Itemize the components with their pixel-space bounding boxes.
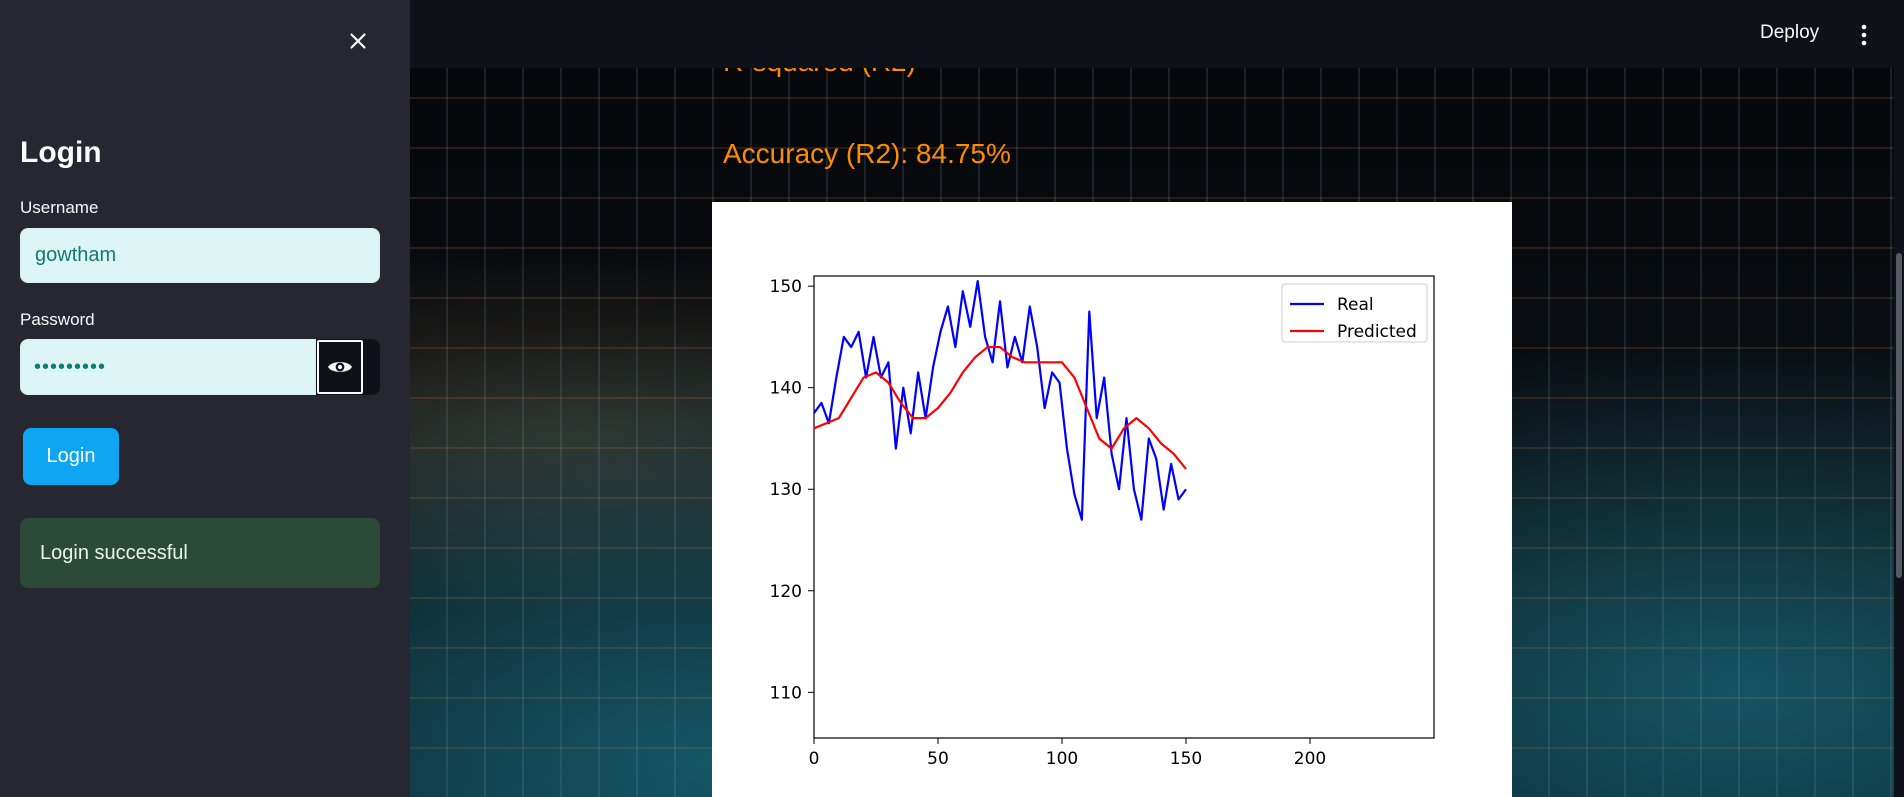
x-tick-label: 0 — [809, 749, 820, 769]
x-tick-label: 100 — [1046, 749, 1078, 769]
password-input[interactable]: ••••••••• — [20, 339, 316, 395]
prediction-chart: 0 50 100 150 200 110 120 130 140 150 Real Predicted — [712, 202, 1512, 797]
sidebar: Login Username gowtham Password ••••••••… — [0, 0, 410, 797]
close-sidebar-icon[interactable] — [345, 28, 371, 54]
scrollbar-thumb[interactable] — [1896, 253, 1902, 578]
x-tick-label: 150 — [1170, 749, 1202, 769]
deploy-button[interactable]: Deploy — [1760, 22, 1819, 44]
accuracy-text: Accuracy (R2): 84.75% — [723, 138, 1011, 169]
login-button[interactable]: Login — [23, 428, 119, 485]
password-field: ••••••••• — [20, 339, 380, 395]
chart-svg: 0 50 100 150 200 110 120 130 140 150 Real Predicted — [770, 275, 1435, 769]
top-header: Deploy — [410, 0, 1904, 68]
username-label: Username — [20, 198, 99, 217]
legend-label: Predicted — [1337, 322, 1417, 342]
x-tick-label: 200 — [1294, 749, 1326, 769]
main-content: R-squared (R2) Accuracy (R2): 84.75% 0 50… — [410, 68, 1894, 797]
plot-frame — [813, 275, 1435, 739]
metric-heading: R-squared (R2) — [723, 68, 916, 78]
main-menu-kebab-icon[interactable] — [1852, 22, 1876, 48]
login-success-alert: Login successful — [20, 518, 380, 588]
password-label: Password — [20, 310, 95, 329]
username-input[interactable]: gowtham — [20, 228, 380, 283]
y-tick-label: 140 — [770, 379, 802, 399]
show-password-eye-icon[interactable] — [317, 340, 363, 394]
y-tick-label: 150 — [770, 277, 802, 297]
login-title: Login — [20, 136, 102, 169]
x-tick-label: 50 — [927, 749, 949, 769]
vertical-scrollbar[interactable] — [1894, 68, 1904, 797]
legend-label: Real — [1337, 295, 1374, 315]
y-tick-label: 120 — [770, 582, 802, 602]
series-line-real — [813, 279, 1187, 521]
y-tick-label: 110 — [770, 683, 802, 703]
y-tick-label: 130 — [770, 480, 802, 500]
